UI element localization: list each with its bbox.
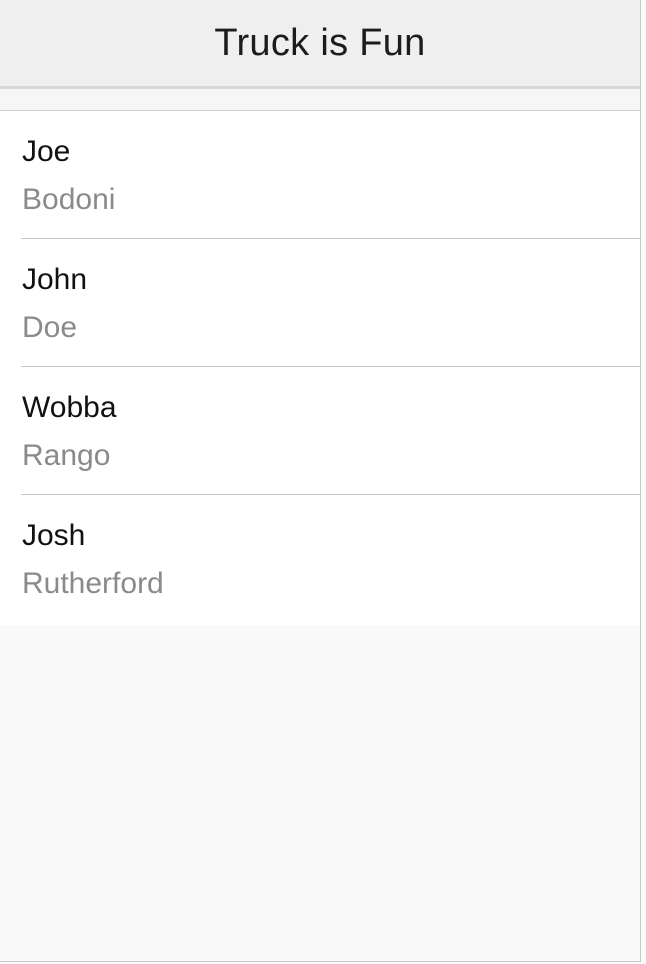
- last-name-label: Rango: [22, 439, 111, 472]
- navigation-bar: Truck is Fun: [0, 0, 640, 89]
- page-title: Truck is Fun: [214, 21, 426, 64]
- last-name-label: Doe: [22, 311, 78, 344]
- list-header-spacer: [0, 89, 640, 111]
- list-item[interactable]: John Doe: [0, 239, 640, 367]
- app-window: Truck is Fun Joe Bodoni John Doe Wobba R…: [0, 0, 641, 962]
- last-name-label: Rutherford: [22, 567, 164, 600]
- first-name-label: Josh: [22, 519, 86, 552]
- first-name-label: John: [22, 263, 88, 296]
- list-item[interactable]: Joe Bodoni: [0, 111, 640, 239]
- list-item[interactable]: Josh Rutherford: [0, 495, 640, 626]
- first-name-label: Wobba: [22, 391, 117, 424]
- first-name-label: Joe: [22, 135, 71, 168]
- person-list: Joe Bodoni John Doe Wobba Rango Josh Rut…: [0, 111, 640, 627]
- list-item[interactable]: Wobba Rango: [0, 367, 640, 495]
- empty-content-area: [0, 625, 640, 961]
- last-name-label: Bodoni: [22, 183, 116, 216]
